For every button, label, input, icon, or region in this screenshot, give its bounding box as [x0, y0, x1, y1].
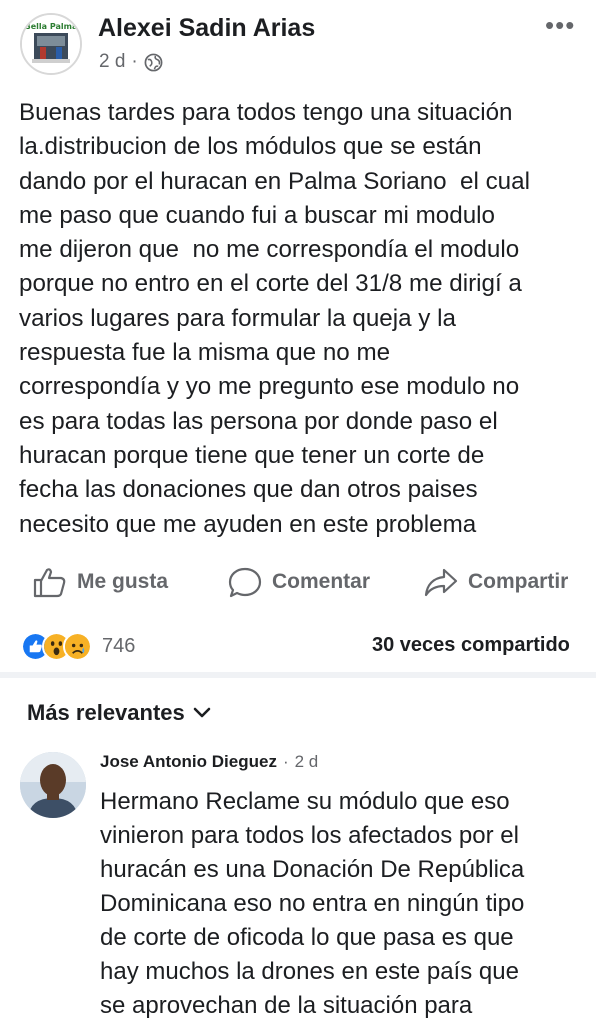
- post-line: huracan porque tiene que tener un corte …: [19, 441, 485, 469]
- like-button[interactable]: Me gusta: [33, 566, 168, 598]
- post-line: dando por el huracan en Palma Soriano el…: [19, 167, 530, 195]
- share-label: Compartir: [468, 570, 569, 593]
- post-line: varios lugares para formular la queja y …: [19, 304, 456, 332]
- comment-line: hay muchos la drones en este país que: [100, 958, 519, 985]
- comment-button[interactable]: Comentar: [228, 566, 370, 598]
- reaction-count: 746: [102, 635, 136, 657]
- section-divider: [0, 672, 596, 678]
- avatar-logo-text: Bella Palma: [25, 22, 78, 31]
- comment-time[interactable]: 2 d: [295, 752, 319, 772]
- post-line: es para todas las persona por donde paso…: [19, 407, 498, 435]
- author-avatar[interactable]: Bella Palma: [20, 13, 82, 75]
- avatar-image: Bella Palma: [22, 15, 80, 73]
- comment-line: Dominicana eso no entra en ningún tipo: [100, 890, 525, 917]
- post-line: la.distribucion de los módulos que se es…: [19, 133, 482, 161]
- share-button[interactable]: Compartir: [424, 566, 568, 598]
- post-line: me dijeron que no me correspondía el mod…: [19, 236, 520, 264]
- commenter-avatar[interactable]: [20, 752, 86, 818]
- post-time[interactable]: 2 d: [99, 51, 125, 73]
- comment-line: se aprovechan de la situación para: [100, 992, 473, 1019]
- post-line: respuesta fue la misma que no me: [19, 339, 391, 367]
- meta-separator: ·: [131, 51, 138, 72]
- post-author-name[interactable]: Alexei Sadin Arias: [98, 14, 315, 43]
- commenter-name[interactable]: Jose Antonio Dieguez: [100, 752, 277, 772]
- reactions-summary[interactable]: 746: [21, 632, 135, 661]
- share-count[interactable]: 30 veces compartido: [372, 634, 570, 657]
- commenter-avatar-image: [20, 752, 86, 818]
- thumbs-up-icon: [33, 568, 66, 598]
- post-body: Buenas tardes para todos tengo una situa…: [19, 96, 584, 542]
- comment-bubble-icon: [228, 567, 262, 598]
- post-line: fecha las donaciones que dan otros paise…: [19, 476, 478, 504]
- post-line: me paso que cuando fui a buscar mi modul…: [19, 201, 495, 229]
- comment-body: Hermano Reclame su módulo que eso vinier…: [100, 785, 580, 1023]
- post-line: Buenas tardes para todos tengo una situa…: [19, 99, 513, 126]
- post-line: porque no entro en el corte del 31/8 me …: [19, 270, 522, 298]
- comment-label: Comentar: [272, 570, 371, 593]
- comment-header: Jose Antonio Dieguez · 2 d: [100, 752, 318, 772]
- post-line: necesito que me ayuden en este problema: [19, 510, 477, 538]
- comment-line: Hermano Reclame su módulo que eso: [100, 788, 510, 815]
- comment-line: vinieron para todos los afectados por el: [100, 822, 519, 849]
- globe-icon: [144, 53, 163, 71]
- more-options-button[interactable]: •••: [545, 10, 575, 41]
- comment-line: huracán es una Donación De República: [100, 856, 525, 883]
- like-label: Me gusta: [77, 570, 169, 593]
- sad-reaction-icon: [63, 632, 92, 661]
- comment-line: de corte de oficoda lo que pasa es que: [100, 924, 514, 951]
- comments-sort-dropdown[interactable]: Más relevantes: [27, 700, 211, 726]
- comment-separator: ·: [282, 752, 289, 771]
- post-meta: 2 d ·: [99, 51, 163, 73]
- share-arrow-icon: [424, 568, 458, 597]
- chevron-down-icon: [193, 707, 211, 718]
- post-line: correspondía y yo me pregunto ese modulo…: [19, 373, 520, 401]
- sort-label: Más relevantes: [27, 700, 185, 725]
